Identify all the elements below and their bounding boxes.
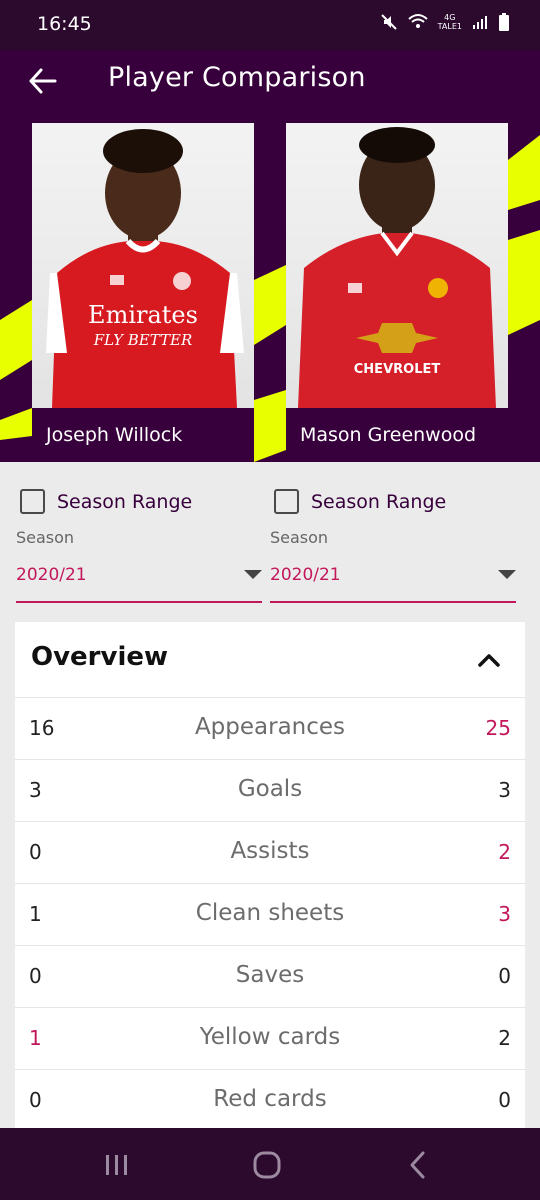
player-card-right[interactable]: CHEVROLET Mason Greenwood (286, 123, 508, 462)
wifi-icon (407, 14, 428, 28)
signal-icon (473, 16, 487, 29)
stat-label: Red cards (213, 1086, 327, 1112)
player-photo: Emirates FLY BETTER (32, 123, 254, 408)
page-title: Player Comparison (108, 62, 366, 93)
player-card-left[interactable]: Emirates FLY BETTER Joseph Willock (32, 123, 254, 462)
season-range-label[interactable]: Season Range (57, 491, 192, 513)
stat-label: Appearances (194, 714, 346, 740)
stat-row: 0 Red cards 0 (15, 1070, 525, 1132)
player-photo: CHEVROLET (286, 123, 508, 408)
stat-value-right: 2 (498, 840, 511, 864)
dropdown-arrow-icon[interactable] (498, 570, 516, 579)
status-time: 16:45 (37, 13, 92, 35)
stat-row: 1 Clean sheets 3 (15, 884, 525, 946)
chevron-up-icon[interactable] (477, 648, 501, 672)
dropdown-arrow-icon[interactable] (244, 570, 262, 579)
season-range-label[interactable]: Season Range (311, 491, 446, 513)
overview-header[interactable]: Overview (15, 622, 525, 698)
stat-row: 0 Assists 2 (15, 822, 525, 884)
player-name-left: Joseph Willock (46, 424, 183, 446)
network-type: 4G TALE1 (437, 13, 462, 31)
app-bar: Player Comparison (0, 50, 540, 120)
season-filter-left: Season Range Season 2020/21 (16, 462, 262, 603)
season-range-checkbox-left[interactable] (20, 489, 45, 514)
stat-row: 1 Yellow cards 2 (15, 1008, 525, 1070)
player-name-bar: Joseph Willock (32, 408, 254, 462)
season-range-checkbox-right[interactable] (274, 489, 299, 514)
back-icon[interactable] (402, 1148, 436, 1182)
stat-label: Saves (235, 962, 305, 988)
overview-panel: Overview 16 Appearances 25 3 Goals 3 0 Assists 2… (15, 622, 525, 1132)
status-bar: 16:45 4G TALE1 (0, 0, 540, 50)
status-icons: 4G TALE1 (380, 13, 510, 31)
mute-icon (380, 14, 397, 30)
battery-icon (499, 13, 509, 31)
home-icon[interactable] (250, 1148, 284, 1182)
player-name-right: Mason Greenwood (300, 424, 477, 446)
stat-value-right: 0 (498, 1088, 511, 1112)
season-filters: Season Range Season 2020/21 Season Range… (0, 462, 540, 622)
season-filter-right: Season Range Season 2020/21 (270, 462, 516, 603)
stat-label: Goals (237, 776, 303, 802)
system-nav-bar (0, 1128, 540, 1200)
season-label: Season (270, 528, 329, 547)
dropdown-underline (270, 601, 516, 603)
season-label: Season (16, 528, 75, 547)
back-arrow-icon[interactable] (26, 64, 60, 98)
stat-value-right: 2 (498, 1026, 511, 1050)
stat-label: Yellow cards (199, 1024, 341, 1050)
stat-value-right: 3 (498, 902, 511, 926)
shirt-sponsor-right: CHEVROLET (354, 362, 441, 377)
player-name-bar: Mason Greenwood (286, 408, 508, 462)
stat-label: Assists (230, 838, 310, 864)
shirt-sponsor-sub-left: FLY BETTER (93, 331, 193, 349)
stat-row: 16 Appearances 25 (15, 698, 525, 760)
player-hero: Emirates FLY BETTER Joseph Willock CHEVR… (0, 120, 540, 462)
dropdown-underline (16, 601, 262, 603)
stat-row: 0 Saves 0 (15, 946, 525, 1008)
season-dropdown-right[interactable]: 2020/21 (270, 565, 341, 585)
stat-value-right: 3 (498, 778, 511, 802)
overview-title: Overview (31, 642, 169, 672)
recent-apps-icon[interactable] (100, 1148, 134, 1182)
season-dropdown-left[interactable]: 2020/21 (16, 565, 87, 585)
stat-value-right: 25 (485, 716, 511, 740)
shirt-sponsor-left: Emirates (88, 301, 198, 329)
stat-value-right: 0 (498, 964, 511, 988)
stat-row: 3 Goals 3 (15, 760, 525, 822)
stat-label: Clean sheets (195, 900, 345, 926)
